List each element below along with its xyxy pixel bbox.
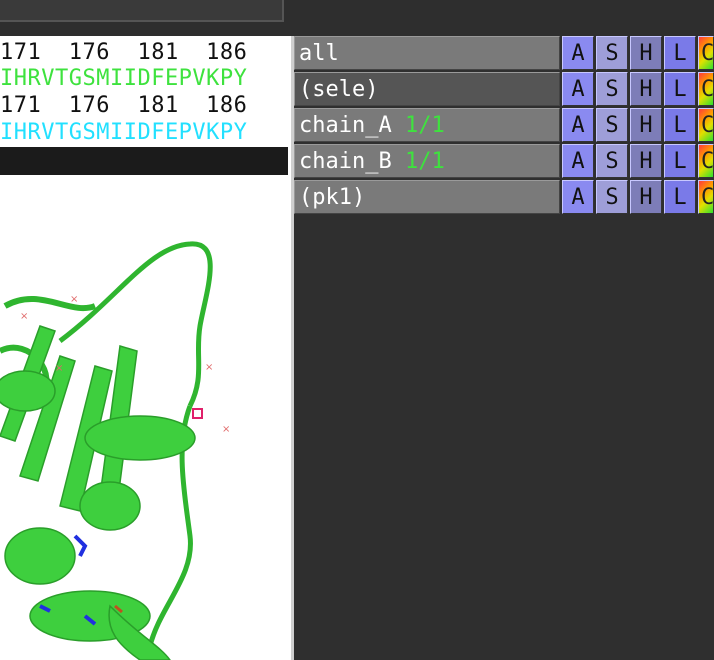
show-button[interactable]: S bbox=[596, 144, 628, 178]
svg-text:×: × bbox=[55, 363, 63, 374]
object-row-chain-b[interactable]: chain_B 1/1 A S H L C bbox=[294, 144, 714, 180]
object-name-sele[interactable]: (sele) bbox=[294, 72, 560, 106]
state-count: 1/1 bbox=[404, 149, 445, 174]
svg-text:×: × bbox=[205, 362, 213, 373]
color-button[interactable]: C bbox=[698, 108, 714, 142]
svg-text:×: × bbox=[20, 311, 28, 322]
object-row-pk1[interactable]: (pk1) A S H L C bbox=[294, 180, 714, 216]
hide-button[interactable]: H bbox=[630, 36, 662, 70]
color-button[interactable]: C bbox=[698, 72, 714, 106]
label-button[interactable]: L bbox=[664, 72, 696, 106]
show-button[interactable]: S bbox=[596, 72, 628, 106]
action-button[interactable]: A bbox=[562, 180, 594, 214]
action-button[interactable]: A bbox=[562, 108, 594, 142]
command-input[interactable] bbox=[0, 0, 284, 22]
object-panel: all A S H L C (sele) A S H L C chain_A 1… bbox=[294, 36, 714, 660]
action-button[interactable]: A bbox=[562, 144, 594, 178]
action-button[interactable]: A bbox=[562, 36, 594, 70]
object-row-all[interactable]: all A S H L C bbox=[294, 36, 714, 72]
label-button[interactable]: L bbox=[664, 108, 696, 142]
object-name-chain-b[interactable]: chain_B 1/1 bbox=[294, 144, 560, 178]
color-button[interactable]: C bbox=[698, 144, 714, 178]
color-button[interactable]: C bbox=[698, 36, 714, 70]
pick-marker bbox=[192, 408, 203, 419]
protein-cartoon[interactable]: × × × × × bbox=[0, 176, 291, 660]
object-name-chain-a[interactable]: chain_A 1/1 bbox=[294, 108, 560, 142]
sequence-chain-a[interactable]: IHRVTGSMIIDFEPVKPY bbox=[0, 66, 291, 92]
show-button[interactable]: S bbox=[596, 108, 628, 142]
hide-button[interactable]: H bbox=[630, 180, 662, 214]
state-count: 1/1 bbox=[404, 113, 445, 138]
object-row-chain-a[interactable]: chain_A 1/1 A S H L C bbox=[294, 108, 714, 144]
sequence-numbers-b: 171 176 181 186 bbox=[0, 93, 248, 118]
svg-text:×: × bbox=[222, 424, 230, 435]
molecular-viewer[interactable]: 171 176 181 186 IHRVTGSMIIDFEPVKPY 171 1… bbox=[0, 36, 291, 660]
hide-button[interactable]: H bbox=[630, 108, 662, 142]
object-name-pk1[interactable]: (pk1) bbox=[294, 180, 560, 214]
hide-button[interactable]: H bbox=[630, 72, 662, 106]
action-button[interactable]: A bbox=[562, 72, 594, 106]
command-bar bbox=[0, 0, 714, 36]
object-name-all[interactable]: all bbox=[294, 36, 560, 70]
show-button[interactable]: S bbox=[596, 180, 628, 214]
label-button[interactable]: L bbox=[664, 36, 696, 70]
color-button[interactable]: C bbox=[698, 180, 714, 214]
show-button[interactable]: S bbox=[596, 36, 628, 70]
label-button[interactable]: L bbox=[664, 180, 696, 214]
label-button[interactable]: L bbox=[664, 144, 696, 178]
object-row-sele[interactable]: (sele) A S H L C bbox=[294, 72, 714, 108]
sequence-scrollbar[interactable] bbox=[0, 147, 288, 175]
svg-text:×: × bbox=[70, 294, 78, 305]
sequence-numbers-a: 171 176 181 186 bbox=[0, 40, 248, 65]
sequence-chain-b[interactable]: IHRVTGSMIIDFEPVKPY bbox=[0, 120, 291, 146]
hide-button[interactable]: H bbox=[630, 144, 662, 178]
